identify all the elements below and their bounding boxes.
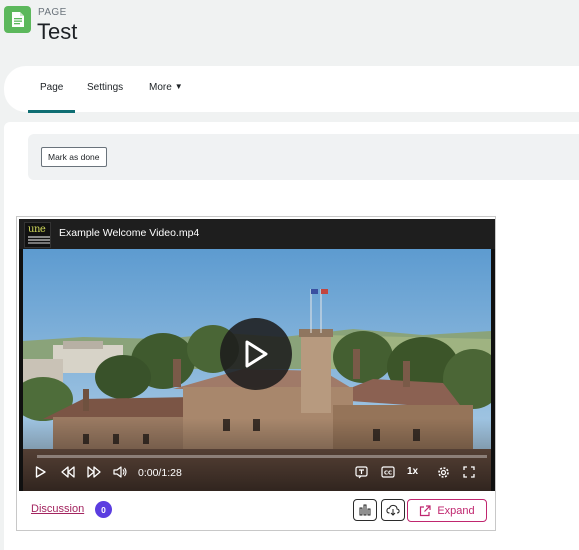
video-footer: Discussion 0 Expand bbox=[17, 493, 495, 531]
closed-captions-icon[interactable]: CC bbox=[381, 466, 395, 478]
video-frame[interactable]: une Example Welcome Video.mp4 0:00/1:28 … bbox=[19, 219, 495, 491]
settings-gear-icon[interactable] bbox=[437, 466, 450, 479]
volume-icon[interactable] bbox=[113, 466, 128, 478]
video-progress-bar[interactable] bbox=[37, 455, 487, 458]
expand-label: Expand bbox=[437, 504, 475, 517]
external-link-icon bbox=[420, 504, 431, 516]
video-player: une Example Welcome Video.mp4 0:00/1:28 … bbox=[16, 216, 496, 531]
activity-completion-bar: Mark as done bbox=[28, 134, 579, 180]
page-content: Mark as done une Example Welcome Video.m… bbox=[4, 122, 579, 550]
chevron-down-icon: ▼ bbox=[174, 82, 183, 91]
playback-speed[interactable]: 1x bbox=[407, 466, 418, 477]
video-title-bar: une Example Welcome Video.mp4 bbox=[19, 219, 495, 249]
page-document-icon bbox=[4, 6, 31, 33]
play-icon bbox=[245, 340, 268, 368]
fast-forward-icon[interactable] bbox=[87, 466, 101, 478]
svg-text:CC: CC bbox=[384, 471, 392, 477]
secondary-navigation: Page Settings More ▼ bbox=[4, 66, 579, 113]
expand-button[interactable]: Expand bbox=[407, 499, 487, 522]
bar-chart-icon bbox=[359, 504, 371, 516]
analytics-button[interactable] bbox=[353, 499, 377, 521]
tab-page[interactable]: Page bbox=[27, 82, 76, 113]
page-type-label: PAGE bbox=[38, 7, 67, 18]
video-title: Example Welcome Video.mp4 bbox=[59, 227, 200, 239]
tab-more[interactable]: More ▼ bbox=[149, 82, 183, 93]
transcript-icon[interactable] bbox=[355, 466, 368, 479]
rewind-icon[interactable] bbox=[61, 466, 75, 478]
download-button[interactable] bbox=[381, 499, 405, 521]
cloud-download-icon bbox=[386, 504, 400, 516]
discussion-count-badge: 0 bbox=[95, 501, 112, 518]
discussion-link[interactable]: Discussion bbox=[31, 503, 84, 515]
page-title: Test bbox=[37, 19, 78, 44]
play-large-button[interactable] bbox=[220, 318, 292, 390]
play-icon[interactable] bbox=[35, 466, 46, 478]
fullscreen-icon[interactable] bbox=[463, 466, 475, 478]
video-time: 0:00/1:28 bbox=[138, 467, 182, 479]
tab-settings[interactable]: Settings bbox=[87, 82, 123, 93]
une-logo: une bbox=[24, 222, 51, 248]
video-controls: 0:00/1:28 CC 1x bbox=[23, 463, 491, 485]
mark-as-done-button[interactable]: Mark as done bbox=[41, 147, 107, 167]
